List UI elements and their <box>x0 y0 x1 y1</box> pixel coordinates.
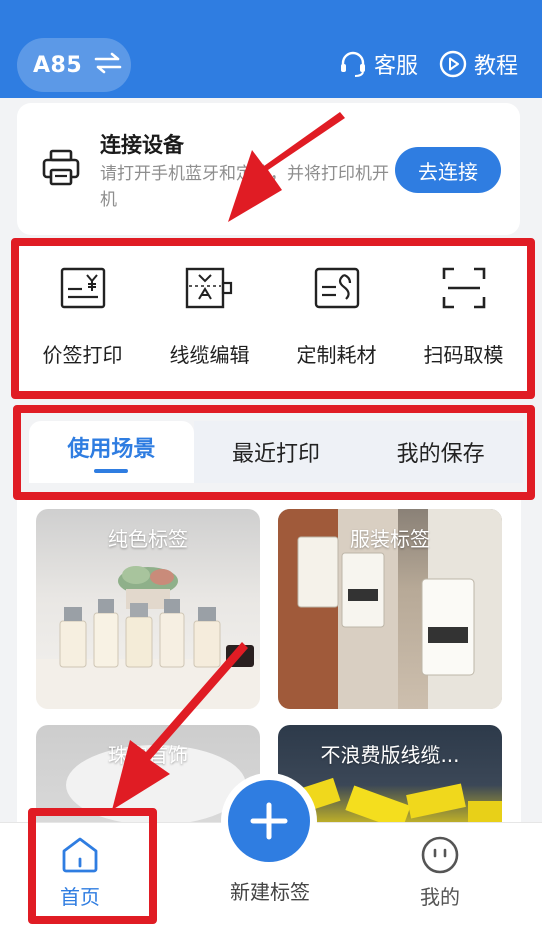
scan-icon <box>442 267 486 313</box>
headset-icon <box>340 51 365 77</box>
scene-card-title: 不浪费版线缆... <box>320 743 460 767</box>
home-highlight-box <box>28 808 157 924</box>
quick-action-custom-supplies[interactable]: 定制耗材 <box>273 246 400 391</box>
new-label-text: 新建标签 <box>230 880 310 904</box>
swap-arrows-icon <box>94 51 122 79</box>
custom-supplies-icon <box>314 267 360 313</box>
scene-card-title: 珠宝首饰 <box>108 743 188 767</box>
tab-active-indicator <box>94 469 129 473</box>
scene-card[interactable]: 纯色标签 <box>36 509 260 709</box>
quick-action-label: 扫码取模 <box>423 343 504 367</box>
tutorial-button[interactable]: 教程 <box>438 48 518 80</box>
quick-action-cable-edit[interactable]: 线缆编辑 <box>146 246 273 391</box>
device-model: A85 <box>33 52 83 78</box>
nav-mine[interactable]: 我的 <box>420 835 460 910</box>
scene-card[interactable]: 不浪费版线缆... <box>278 725 502 830</box>
tab-my-saves[interactable]: 我的保存 <box>358 421 524 483</box>
printer-icon <box>41 148 81 192</box>
new-label-button[interactable] <box>228 780 310 862</box>
connect-title: 连接设备 <box>100 133 184 157</box>
service-button[interactable]: 客服 <box>338 48 418 80</box>
quick-action-label: 价签打印 <box>42 343 123 367</box>
nav-mine-label: 我的 <box>420 885 460 909</box>
tutorial-label: 教程 <box>473 54 518 79</box>
quick-action-label: 定制耗材 <box>296 343 377 367</box>
tabs-panel: 使用场景 最近打印 我的保存 <box>13 405 535 500</box>
plus-icon <box>250 802 288 840</box>
quick-action-label: 线缆编辑 <box>169 343 250 367</box>
connect-button[interactable]: 去连接 <box>395 147 501 193</box>
play-circle-icon <box>439 50 467 78</box>
price-tag-icon <box>60 267 106 313</box>
top-actions: 客服 教程 <box>318 48 518 80</box>
tab-label: 使用场景 <box>67 437 156 462</box>
profile-face-icon <box>421 836 459 874</box>
scene-card-title: 纯色标签 <box>108 527 188 551</box>
quick-action-scan[interactable]: 扫码取模 <box>400 246 527 391</box>
scene-card[interactable]: 服装标签 <box>278 509 502 709</box>
connect-device-card: 连接设备 请打开手机蓝牙和定位，并将打印机开机 去连接 <box>17 103 520 235</box>
device-switcher[interactable]: A85 <box>17 38 131 92</box>
service-label: 客服 <box>373 54 418 79</box>
tab-label: 最近打印 <box>232 442 321 467</box>
scene-card-title: 服装标签 <box>350 527 430 551</box>
quick-action-price-tag[interactable]: 价签打印 <box>19 246 146 391</box>
tab-recent-prints[interactable]: 最近打印 <box>193 421 359 483</box>
cable-label-icon <box>185 267 235 313</box>
quick-actions-panel: 价签打印 线缆编辑 定制耗材 扫码取模 <box>11 238 535 399</box>
tab-usage-scenes[interactable]: 使用场景 <box>29 421 194 483</box>
tab-label: 我的保存 <box>396 442 485 467</box>
connect-description: 请打开手机蓝牙和定位，并将打印机开机 <box>100 164 389 210</box>
